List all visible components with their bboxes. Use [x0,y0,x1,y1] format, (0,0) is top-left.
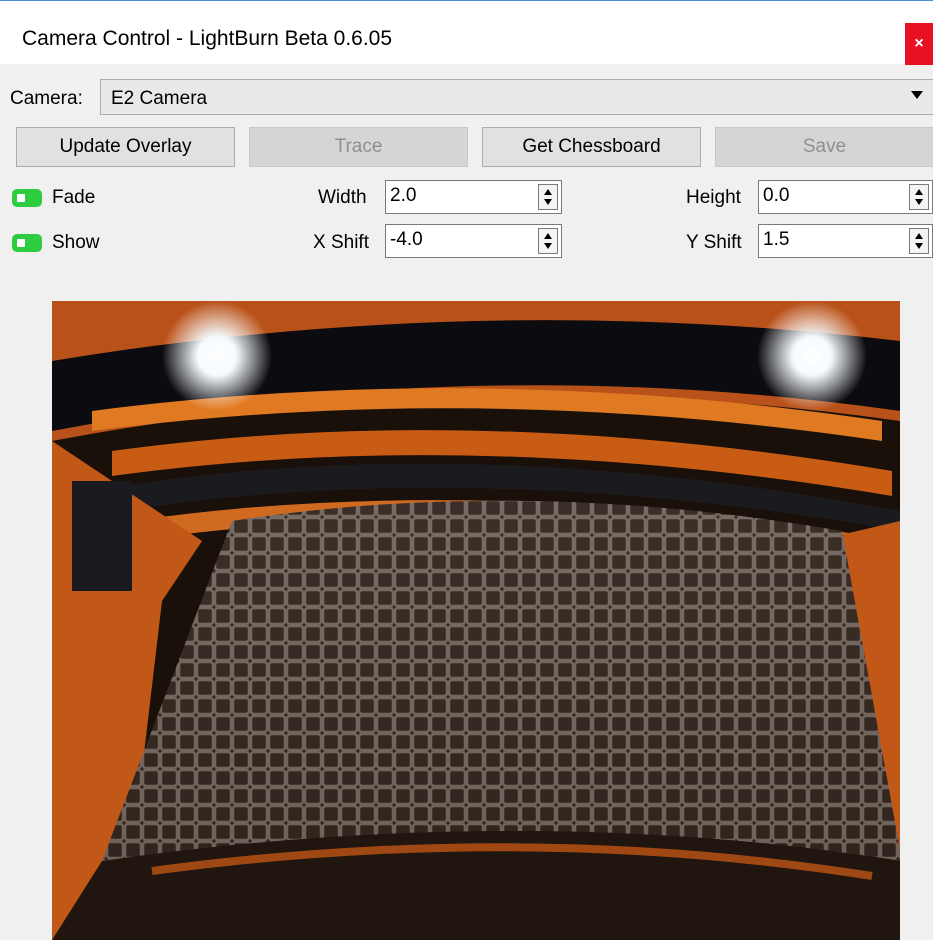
show-toggle-row[interactable]: Show [12,228,100,258]
toggle-on-icon[interactable] [12,189,42,207]
update-overlay-button[interactable]: Update Overlay [16,127,235,167]
camera-select[interactable]: E2 Camera [100,79,933,115]
spin-arrows-icon[interactable] [538,228,558,254]
x-shift-label: X Shift [313,232,369,253]
window-title: Camera Control - LightBurn Beta 0.6.05 [22,27,393,50]
spin-arrows-icon[interactable] [909,228,929,254]
y-shift-label: Y Shift [686,232,742,253]
save-button[interactable]: Save [715,127,933,167]
fade-toggle-row[interactable]: Fade [12,183,95,213]
show-label: Show [52,232,100,253]
camera-label: Camera: [10,88,83,109]
spin-arrows-icon[interactable] [909,184,929,210]
camera-selected-value: E2 Camera [111,88,208,109]
width-label: Width [318,187,367,208]
height-spinbox[interactable] [758,180,933,214]
get-chessboard-button[interactable]: Get Chessboard [482,127,701,167]
width-input[interactable] [390,185,510,207]
x-shift-input[interactable] [390,229,510,251]
chevron-down-icon [911,91,923,99]
y-shift-input[interactable] [763,229,883,251]
y-shift-spinbox[interactable] [758,224,933,258]
x-shift-spinbox[interactable] [385,224,562,258]
toggle-on-icon[interactable] [12,234,42,252]
height-label: Height [686,187,741,208]
spin-arrows-icon[interactable] [538,184,558,210]
camera-feed-image [52,301,900,940]
trace-button[interactable]: Trace [249,127,468,167]
fade-label: Fade [52,187,96,208]
close-button[interactable]: × [905,23,933,65]
title-bar: Camera Control - LightBurn Beta 0.6.05 × [0,0,933,65]
camera-row: Camera: E2 Camera [0,76,933,118]
camera-preview [52,301,900,940]
height-input[interactable] [763,185,883,207]
width-spinbox[interactable] [385,180,562,214]
